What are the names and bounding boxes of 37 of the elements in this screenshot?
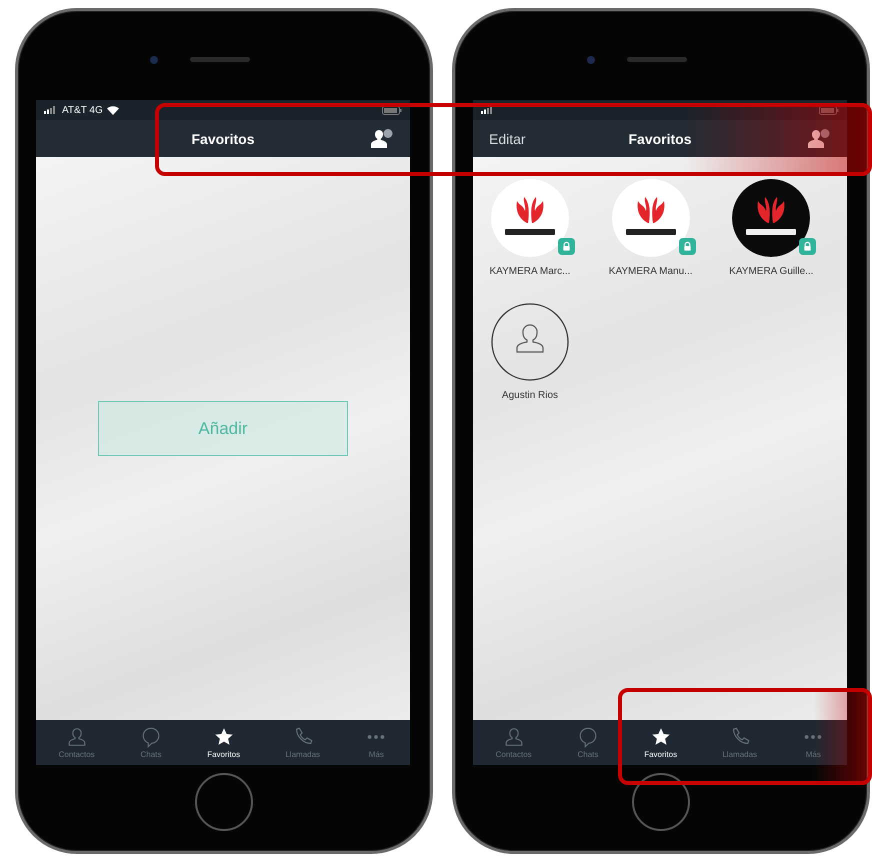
front-camera-icon xyxy=(150,56,158,64)
battery-icon xyxy=(382,106,402,114)
contact-name: KAYMERA Marc... xyxy=(490,266,570,277)
contact-name: KAYMERA Guille... xyxy=(729,266,814,277)
speaker-grille-icon xyxy=(627,57,687,62)
tab-bar-item[interactable]: Más xyxy=(802,720,824,765)
screen-title: Favoritos xyxy=(628,130,692,146)
tab-bar-item[interactable]: Favoritos xyxy=(644,720,678,765)
tab-bar-item[interactable]: Contactos xyxy=(58,720,95,765)
carrier-label: AT&T 4G xyxy=(62,104,103,116)
wifi-icon xyxy=(106,106,119,114)
contact-name: Agustin Rios xyxy=(502,390,558,401)
contact-name: KAYMERA Manu... xyxy=(608,266,693,277)
signal-icon xyxy=(44,106,58,114)
add-button[interactable]: Añadir xyxy=(98,401,348,456)
person-icon xyxy=(66,726,88,748)
tab-bar-item[interactable]: Más xyxy=(365,720,388,765)
tab-bar-item[interactable]: Chats xyxy=(140,720,162,765)
signal-icon xyxy=(481,106,495,114)
front-camera-icon xyxy=(587,56,595,64)
speaker-grille-icon xyxy=(190,57,250,62)
tab-bar-item[interactable]: Chats xyxy=(576,720,599,765)
tab-bar-item[interactable]: Llamadas xyxy=(722,720,758,765)
add-contact-icon[interactable] xyxy=(807,128,831,150)
tab-bar-item[interactable]: Favoritos xyxy=(207,720,240,765)
home-button[interactable] xyxy=(632,773,690,831)
speech-bubble-icon xyxy=(576,726,599,748)
home-button[interactable] xyxy=(195,773,253,831)
person-icon xyxy=(502,726,525,748)
speech-bubble-icon xyxy=(140,726,162,748)
edit-button[interactable]: Editar xyxy=(489,130,526,146)
tab-bar-item[interactable]: Llamadas xyxy=(285,720,320,765)
tab-bar-item[interactable]: Contactos xyxy=(496,720,532,765)
add-contact-icon[interactable] xyxy=(370,128,394,150)
avatar-placeholder-icon xyxy=(491,303,569,381)
battery-icon xyxy=(819,106,839,114)
screen-title: Favoritos xyxy=(191,130,254,146)
